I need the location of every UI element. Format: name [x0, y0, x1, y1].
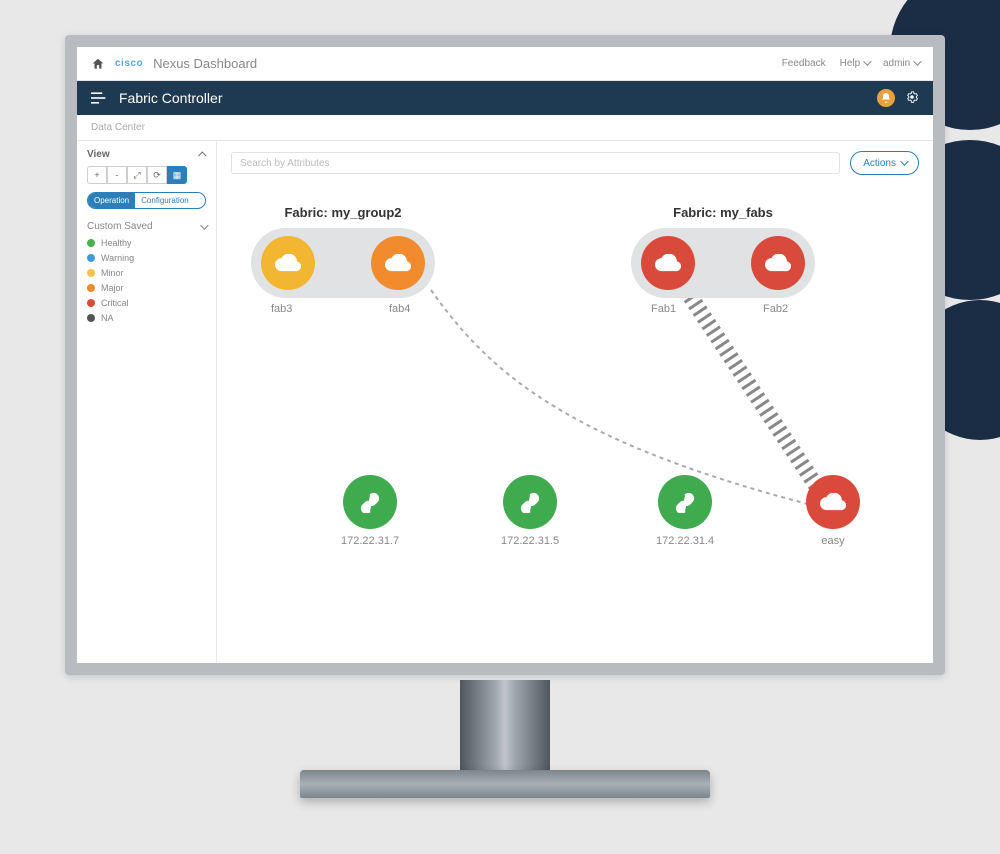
legend-label: Critical: [101, 298, 129, 308]
help-link[interactable]: Help: [840, 58, 869, 69]
collapse-icon[interactable]: [198, 151, 206, 159]
top-header: cisco Nexus Dashboard Feedback Help admi…: [77, 47, 933, 81]
node-ip2[interactable]: 172.22.31.5: [501, 475, 559, 547]
view-section-title: View: [87, 149, 206, 160]
content-toolbar: Search by Attributes Actions: [231, 151, 919, 175]
breadcrumb: Data Center: [77, 115, 933, 141]
menu-icon[interactable]: [91, 91, 107, 105]
fabric-group-2: Fabric: my_fabs: [631, 205, 815, 298]
link-icon: [519, 491, 541, 513]
legend-dot: [87, 239, 95, 247]
legend-label: Healthy: [101, 238, 132, 248]
legend-label: NA: [101, 313, 114, 323]
fabric-group-label: Fabric: my_fabs: [631, 205, 815, 220]
search-placeholder: Search by Attributes: [240, 158, 330, 169]
topology-canvas[interactable]: Fabric: my_group2 fab3 fab4 Fabric: my_f…: [231, 195, 919, 675]
fabric-pill: [631, 228, 815, 298]
cloud-icon: [820, 493, 846, 511]
node-label: easy: [821, 535, 844, 547]
cloud-icon: [275, 254, 301, 272]
zoom-in-button[interactable]: +: [87, 166, 107, 184]
monitor-frame: cisco Nexus Dashboard Feedback Help admi…: [65, 35, 945, 675]
sub-header: Fabric Controller: [77, 81, 933, 115]
actions-button[interactable]: Actions: [850, 151, 919, 175]
breadcrumb-item[interactable]: Data Center: [91, 122, 145, 133]
monitor-stand-neck: [460, 680, 550, 770]
refresh-button[interactable]: ⟳: [147, 166, 167, 184]
grid-button[interactable]: ▦: [167, 166, 187, 184]
legend-label: Minor: [101, 268, 124, 278]
node-fab4[interactable]: [371, 236, 425, 290]
node-fab2[interactable]: [751, 236, 805, 290]
legend-dot: [87, 284, 95, 292]
legend-label: Warning: [101, 253, 134, 263]
fabric-group-1: Fabric: my_group2: [251, 205, 435, 298]
node-ip1[interactable]: 172.22.31.7: [341, 475, 399, 547]
legend-item: Critical: [87, 298, 206, 308]
fit-button[interactable]: ⤢: [127, 166, 147, 184]
view-toolbar: + - ⤢ ⟳ ▦: [87, 166, 206, 184]
settings-icon[interactable]: [905, 90, 919, 107]
legend-title: Custom Saved: [87, 221, 206, 232]
node-easy[interactable]: easy: [806, 475, 860, 547]
cloud-icon: [765, 254, 791, 272]
node-label: fab4: [389, 303, 410, 315]
legend-label: Major: [101, 283, 124, 293]
node-ip3[interactable]: 172.22.31.4: [656, 475, 714, 547]
legend-title-text: Custom Saved: [87, 221, 153, 232]
cloud-icon: [385, 254, 411, 272]
legend-dot: [87, 299, 95, 307]
view-label: View: [87, 149, 110, 160]
monitor-stand-base: [300, 770, 710, 798]
legend-list: Healthy Warning Minor Major Critical NA: [87, 238, 206, 323]
content-area: Search by Attributes Actions Fabric: my_…: [217, 141, 933, 663]
chevron-down-icon[interactable]: [200, 221, 208, 229]
zoom-out-button[interactable]: -: [107, 166, 127, 184]
configuration-toggle[interactable]: Configuration: [135, 193, 195, 208]
sidebar: View + - ⤢ ⟳ ▦ Operation Configuration C…: [77, 141, 217, 663]
legend-item: NA: [87, 313, 206, 323]
node-fab1[interactable]: [641, 236, 695, 290]
mode-toggle: Operation Configuration: [87, 192, 206, 209]
link-icon: [359, 491, 381, 513]
legend-dot: [87, 254, 95, 262]
legend-item: Healthy: [87, 238, 206, 248]
fabric-pill: [251, 228, 435, 298]
sub-header-right: [877, 89, 919, 107]
sub-header-title: Fabric Controller: [119, 90, 222, 106]
chevron-down-icon: [900, 157, 908, 165]
node-fab3[interactable]: [261, 236, 315, 290]
legend-dot: [87, 269, 95, 277]
app-title: Nexus Dashboard: [153, 56, 257, 71]
main-area: View + - ⤢ ⟳ ▦ Operation Configuration C…: [77, 141, 933, 663]
node-label: 172.22.31.4: [656, 535, 714, 547]
legend-dot: [87, 314, 95, 322]
node-label: fab3: [271, 303, 292, 315]
fabric-group-label: Fabric: my_group2: [251, 205, 435, 220]
bell-icon[interactable]: [877, 89, 895, 107]
top-header-right: Feedback Help admin: [782, 58, 919, 69]
search-input[interactable]: Search by Attributes: [231, 152, 840, 174]
legend-item: Minor: [87, 268, 206, 278]
node-label: Fab2: [763, 303, 788, 315]
legend-item: Major: [87, 283, 206, 293]
actions-label: Actions: [863, 158, 896, 169]
cloud-icon: [655, 254, 681, 272]
node-label: 172.22.31.7: [341, 535, 399, 547]
user-menu[interactable]: admin: [883, 58, 919, 69]
node-label: Fab1: [651, 303, 676, 315]
brand-logo: cisco: [115, 58, 143, 69]
node-label: 172.22.31.5: [501, 535, 559, 547]
link-icon: [674, 491, 696, 513]
feedback-link[interactable]: Feedback: [782, 58, 826, 69]
operation-toggle[interactable]: Operation: [88, 193, 135, 208]
home-icon[interactable]: [91, 57, 105, 71]
legend-item: Warning: [87, 253, 206, 263]
